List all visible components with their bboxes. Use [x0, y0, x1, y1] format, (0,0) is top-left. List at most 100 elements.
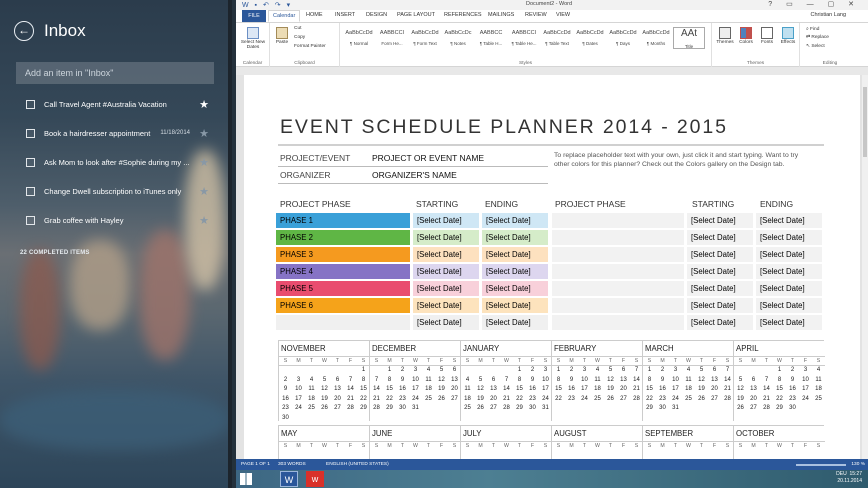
day-cell[interactable]: 30 [656, 404, 669, 414]
phase-start-date[interactable]: [Select Date] [413, 281, 479, 296]
tab-references[interactable]: REFERENCES [444, 12, 482, 18]
day-cell[interactable]: 6 [747, 376, 760, 386]
day-cell[interactable]: 5 [435, 366, 448, 376]
day-cell[interactable]: 24 [578, 395, 591, 405]
document-title[interactable]: EVENT SCHEDULE PLANNER 2014 - 2015 [280, 116, 728, 139]
day-cell[interactable]: 11 [422, 376, 435, 386]
phase-end-date-2[interactable]: [Select Date] [756, 264, 822, 279]
task-item[interactable]: Book a hairdresser appointment 11/18/201… [26, 126, 210, 140]
day-cell[interactable]: 12 [435, 376, 448, 386]
day-cell[interactable]: 19 [474, 395, 487, 405]
day-cell[interactable]: 3 [578, 366, 591, 376]
task-title[interactable]: Grab coffee with Hayley [44, 216, 198, 225]
style-item[interactable]: AaBbCcDd ¶ Months [640, 27, 672, 49]
day-cell[interactable]: 16 [279, 395, 292, 405]
day-cell[interactable]: 20 [487, 395, 500, 405]
system-tray[interactable]: DEU 15:27 20.11.2014 [836, 471, 862, 485]
day-cell[interactable]: 23 [656, 395, 669, 405]
day-cell[interactable] [370, 366, 383, 376]
day-cell[interactable]: 23 [396, 395, 409, 405]
day-cell[interactable]: 5 [474, 376, 487, 386]
tab-mailings[interactable]: MAILINGS [488, 12, 514, 18]
phase-end-date-2[interactable]: [Select Date] [756, 315, 822, 330]
wunderlist-app-icon[interactable]: w [306, 471, 324, 487]
day-cell[interactable]: 20 [617, 385, 630, 395]
phase-start-date[interactable]: [Select Date] [413, 230, 479, 245]
star-icon[interactable]: ★ [198, 127, 210, 140]
task-item[interactable]: Call Travel Agent #Australia Vacation ★ [26, 97, 210, 111]
style-item[interactable]: AABBCC ¶ Table H... [475, 27, 507, 49]
day-cell[interactable]: 6 [331, 376, 344, 386]
select-button[interactable]: ↖ Select [806, 44, 825, 49]
day-cell[interactable]: 30 [786, 404, 799, 414]
day-cell[interactable]: 12 [318, 385, 331, 395]
day-cell[interactable]: 17 [669, 385, 682, 395]
phase-name[interactable]: PHASE 1 [276, 213, 410, 228]
day-cell[interactable]: 8 [773, 376, 786, 386]
day-cell[interactable]: 12 [604, 376, 617, 386]
day-cell[interactable]: 9 [786, 376, 799, 386]
day-cell[interactable]: 3 [292, 376, 305, 386]
day-cell[interactable]: 27 [708, 395, 721, 405]
task-checkbox[interactable] [26, 99, 35, 109]
day-cell[interactable]: 15 [383, 385, 396, 395]
day-cell[interactable]: 30 [526, 404, 539, 414]
day-cell[interactable]: 17 [292, 395, 305, 405]
day-cell[interactable]: 10 [669, 376, 682, 386]
day-cell[interactable]: 20 [708, 385, 721, 395]
day-cell[interactable]: 26 [734, 404, 747, 414]
task-item[interactable]: Change Dwell subscription to iTunes only… [26, 184, 210, 198]
day-cell[interactable]: 29 [513, 404, 526, 414]
day-cell[interactable]: 23 [786, 395, 799, 405]
day-cell[interactable]: 3 [669, 366, 682, 376]
day-cell[interactable]: 12 [695, 376, 708, 386]
task-title[interactable]: Call Travel Agent #Australia Vacation [44, 100, 198, 109]
day-cell[interactable]: 5 [695, 366, 708, 376]
day-cell[interactable]: 28 [344, 404, 357, 414]
phase-end-date-2[interactable]: [Select Date] [756, 230, 822, 245]
phase-end-date-2[interactable]: [Select Date] [756, 298, 822, 313]
page-count[interactable]: PAGE 1 OF 1 [241, 462, 270, 467]
tab-page-layout[interactable]: PAGE LAYOUT [397, 12, 435, 18]
day-cell[interactable]: 29 [383, 404, 396, 414]
day-cell[interactable]: 18 [591, 385, 604, 395]
day-cell[interactable]: 8 [383, 376, 396, 386]
phase-end-date-2[interactable]: [Select Date] [756, 281, 822, 296]
style-item[interactable]: AaBbCcDc ¶ Notes [442, 27, 474, 49]
task-checkbox[interactable] [26, 157, 35, 167]
style-item[interactable]: AaBbCcDd ¶ Dates [574, 27, 606, 49]
day-cell[interactable]: 22 [643, 395, 656, 405]
day-cell[interactable]: 27 [747, 404, 760, 414]
day-cell[interactable]: 18 [422, 385, 435, 395]
day-cell[interactable]: 1 [773, 366, 786, 376]
task-title[interactable]: Book a hairdresser appointment [44, 129, 160, 138]
day-cell[interactable]: 21 [370, 395, 383, 405]
day-cell[interactable]: 28 [500, 404, 513, 414]
phase-name[interactable]: PHASE 5 [276, 281, 410, 296]
day-cell[interactable]: 2 [786, 366, 799, 376]
phase-start-date[interactable]: [Select Date] [413, 213, 479, 228]
day-cell[interactable]: 1 [643, 366, 656, 376]
day-cell[interactable]: 12 [474, 385, 487, 395]
day-cell[interactable]: 10 [578, 376, 591, 386]
instructions-note[interactable]: To replace placeholder text with your ow… [554, 151, 814, 169]
completed-items-toggle[interactable]: 22 COMPLETED ITEMS [20, 250, 90, 256]
day-cell[interactable] [305, 366, 318, 376]
day-cell[interactable]: 21 [760, 395, 773, 405]
vertical-scrollbar[interactable] [862, 75, 868, 459]
select-new-dates-button[interactable]: Select New Dates [240, 27, 266, 50]
style-item[interactable]: AaBbCcDd ¶ Table Text [541, 27, 573, 49]
day-cell[interactable]: 15 [773, 385, 786, 395]
phase-end-date[interactable]: [Select Date] [482, 315, 548, 330]
task-checkbox[interactable] [26, 215, 35, 225]
task-checkbox[interactable] [26, 128, 35, 138]
phase-end-date-2[interactable]: [Select Date] [756, 213, 822, 228]
organizer-value[interactable]: ORGANIZER'S NAME [372, 170, 457, 180]
day-cell[interactable]: 23 [565, 395, 578, 405]
day-cell[interactable]: 21 [500, 395, 513, 405]
day-cell[interactable]: 8 [552, 376, 565, 386]
day-cell[interactable]: 6 [617, 366, 630, 376]
day-cell[interactable]: 6 [708, 366, 721, 376]
replace-button[interactable]: ⇄ Replace [806, 35, 829, 40]
phase-name[interactable]: PHASE 3 [276, 247, 410, 262]
